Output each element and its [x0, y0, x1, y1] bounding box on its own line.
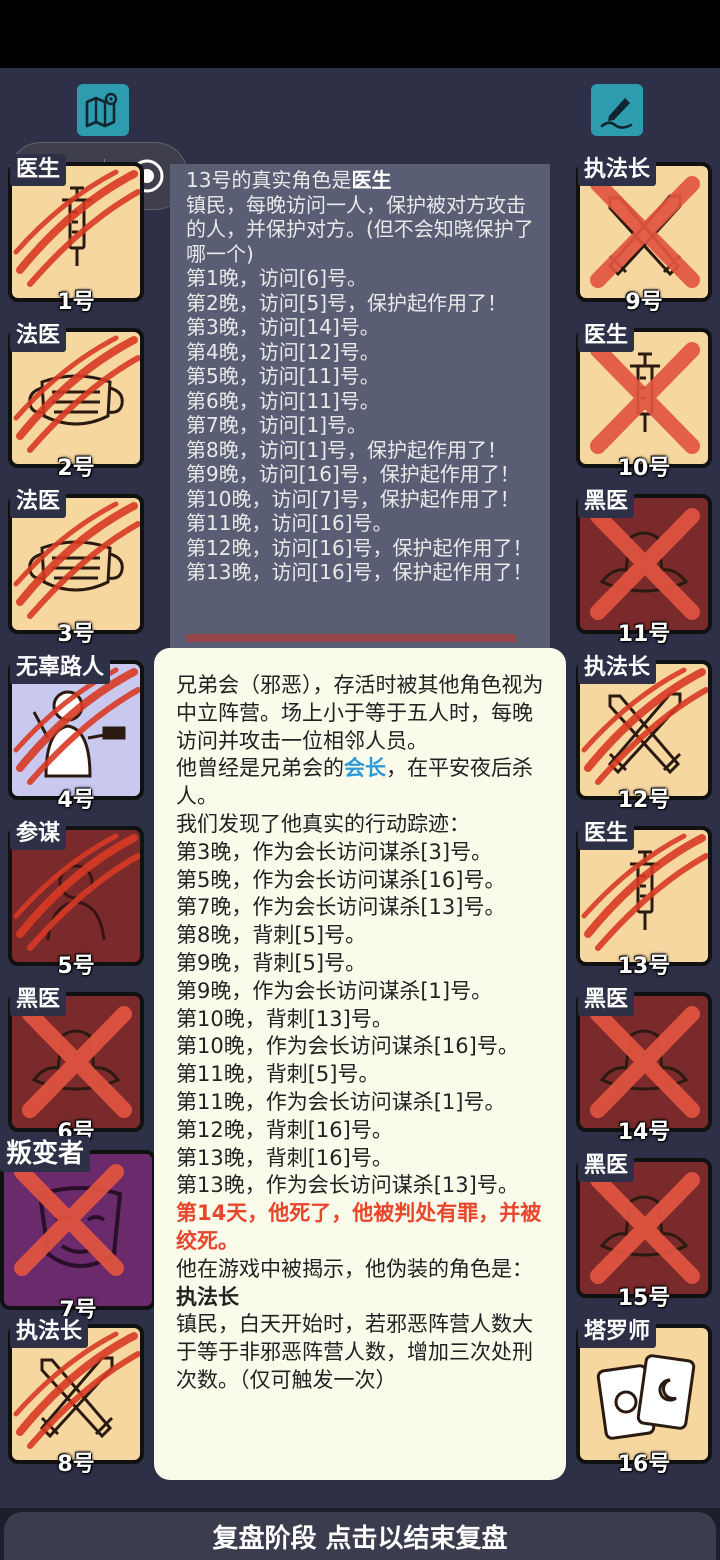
log-entry: 第6晚，访问[11]号。	[186, 388, 380, 413]
trace-entry: 第11晚，背刺[5]号。	[176, 1062, 380, 1087]
notes-button[interactable]	[591, 84, 643, 136]
card-role-label: 塔罗师	[578, 1316, 657, 1348]
card-role-label: 黑医	[578, 1150, 635, 1182]
card-number: 11号	[617, 622, 671, 647]
log-entry: 第13晚，访问[16]号，保护起作用了！	[186, 560, 533, 584]
log-description: 镇民，每晚访问一人，保护被对方攻击的人，并保护对方。(但不会知晓保护了哪一个)	[186, 192, 534, 266]
player-card-3[interactable]: 法医 3号	[8, 486, 144, 647]
log-entry: 第11晚，访问[16]号。	[186, 511, 393, 535]
trace-entry: 第5晚，作为会长访问谋杀[16]号。	[176, 867, 506, 892]
card-number: 10号	[617, 456, 671, 481]
log-entry: 第9晚，访问[16]号，保护起作用了！	[186, 462, 520, 486]
reveal-description: 镇民，白天开始时，若邪恶阵营人数大于等于非邪恶阵营人数，增加三次处刑次数。（仅可…	[176, 1312, 533, 1392]
card-role-label: 参谋	[10, 818, 67, 850]
card-role-label: 医生	[578, 320, 635, 352]
card-number: 8号	[57, 1452, 95, 1477]
log-entry: 第4晚，访问[12]号。	[186, 339, 380, 364]
player-card-15[interactable]: 黑医 15号	[576, 1150, 712, 1311]
player-card-10[interactable]: 医生 10号	[576, 320, 712, 481]
card-number: 12号	[617, 788, 671, 813]
card-role-label: 执法长	[578, 154, 657, 186]
card-role-label: 法医	[10, 486, 67, 518]
player-card-1[interactable]: 医生 1号	[8, 154, 144, 315]
player-card-5[interactable]: 参谋 5号	[8, 818, 144, 979]
card-role-label: 医生	[578, 818, 635, 850]
death-notice: 第14天，他死了，他被判处有罪，并被绞死。	[176, 1201, 542, 1253]
player-card-6[interactable]: 黑医 6号	[8, 984, 144, 1145]
player-card-14[interactable]: 黑医 14号	[576, 984, 712, 1145]
player-card-7[interactable]: 叛变者 7号	[0, 1136, 156, 1323]
log-entry: 第1晚，访问[6]号。	[186, 266, 368, 290]
player-card-16[interactable]: 塔罗师 16号	[576, 1316, 712, 1477]
card-role-label: 法医	[10, 320, 67, 352]
trace-entry: 第3晚，作为会长访问谋杀[3]号。	[176, 839, 493, 864]
card-number: 2号	[57, 456, 95, 481]
map-icon	[85, 92, 118, 128]
log-title: 13号的真实角色是医生	[186, 168, 392, 192]
pen-note-icon	[600, 98, 633, 129]
trace-entry: 第9晚，作为会长访问谋杀[1]号。	[176, 978, 493, 1003]
player-card-8[interactable]: 执法长 8号	[8, 1316, 144, 1477]
log-entry: 第7晚，访问[1]号。	[186, 413, 368, 437]
role-detail-popup[interactable]: 兄弟会（邪恶），存活时被其他角色视为中立阵营。场上小于等于五人时，每晚访问并攻击…	[154, 648, 566, 1480]
trace-entry: 第11晚，作为会长访问谋杀[1]号。	[176, 1089, 506, 1114]
card-role-label: 叛变者	[0, 1136, 91, 1172]
trace-list: 第3晚，作为会长访问谋杀[3]号。 第5晚，作为会长访问谋杀[16]号。 第7晚，作…	[176, 839, 546, 1200]
card-number: 15号	[617, 1286, 671, 1311]
player-card-9[interactable]: 执法长 9号	[576, 154, 712, 315]
card-number: 14号	[617, 1120, 671, 1145]
player-card-4[interactable]: 无辜路人 4号	[8, 652, 144, 813]
card-number: 4号	[57, 788, 95, 813]
log-entry: 第8晚，访问[1]号，保护起作用了！	[186, 437, 508, 462]
log-entry: 第3晚，访问[14]号。	[186, 315, 380, 339]
card-role-label: 黑医	[10, 984, 67, 1016]
player-card-2[interactable]: 法医 2号	[8, 320, 144, 481]
card-role-label: 无辜路人	[10, 652, 111, 684]
popup-intro: 兄弟会（邪恶），存活时被其他角色视为中立阵营。场上小于等于五人时，每晚访问并攻击…	[176, 673, 544, 753]
hidden-text-fragment	[186, 634, 516, 642]
player-card-12[interactable]: 执法长 12号	[576, 652, 712, 813]
log-entry: 第12晚，访问[16]号，保护起作用了！	[186, 535, 533, 560]
past-role-link[interactable]: 会长	[344, 756, 386, 780]
card-role-label: 黑医	[578, 486, 635, 518]
card-number: 1号	[57, 290, 95, 315]
map-button[interactable]	[77, 84, 129, 136]
log-entries: 第1晚，访问[6]号。 第2晚，访问[5]号，保护起作用了！ 第3晚，访问[14]号…	[186, 266, 534, 585]
status-bar	[0, 0, 720, 68]
trace-entry: 第10晚，背刺[13]号。	[176, 1006, 393, 1031]
card-number: 9号	[625, 290, 663, 315]
trace-entry: 第13晚，背刺[16]号。	[176, 1145, 393, 1170]
card-role-label: 执法长	[578, 652, 657, 684]
card-number: 16号	[617, 1452, 671, 1477]
trace-entry: 第7晚，作为会长访问谋杀[13]号。	[176, 895, 506, 920]
traces-header: 我们发现了他真实的行动踪迹：	[176, 811, 470, 836]
trace-entry: 第13晚，作为会长访问谋杀[13]号。	[176, 1173, 519, 1198]
log-entry: 第5晚，访问[11]号。	[186, 364, 380, 388]
card-number: 5号	[57, 954, 95, 979]
trace-entry: 第12晚，背刺[16]号。	[176, 1117, 393, 1142]
log-entry: 第10晚，访问[7]号，保护起作用了！	[186, 486, 520, 511]
card-number: 3号	[57, 622, 95, 647]
trace-entry: 第9晚，背刺[5]号。	[176, 950, 367, 975]
footer-bar: 复盘阶段 点击以结束复盘	[0, 1508, 720, 1560]
popup-past-role: 他曾经是兄弟会的会长，在平安夜后杀人。	[176, 756, 533, 809]
card-role-label: 黑医	[578, 984, 635, 1016]
trace-entry: 第8晚，背刺[5]号。	[176, 923, 367, 948]
log-entry: 第2晚，访问[5]号，保护起作用了！	[186, 290, 508, 315]
player-log-panel[interactable]: 13号的真实角色是医生 镇民，每晚访问一人，保护被对方攻击的人，并保护对方。(但…	[170, 164, 550, 650]
theater-mask-icon	[14, 1164, 124, 1276]
player-card-11[interactable]: 黑医 11号	[576, 486, 712, 647]
reveal-line: 他在游戏中被揭示，他伪装的角色是：执法长	[176, 1256, 533, 1309]
card-role-label: 医生	[10, 154, 67, 186]
card-role-label: 执法长	[10, 1316, 89, 1348]
player-card-13[interactable]: 医生 13号	[576, 818, 712, 979]
end-review-button[interactable]: 复盘阶段 点击以结束复盘	[4, 1512, 716, 1560]
card-number: 13号	[617, 954, 671, 979]
trace-entry: 第10晚，作为会长访问谋杀[16]号。	[176, 1034, 519, 1059]
card-frame	[0, 1150, 156, 1310]
